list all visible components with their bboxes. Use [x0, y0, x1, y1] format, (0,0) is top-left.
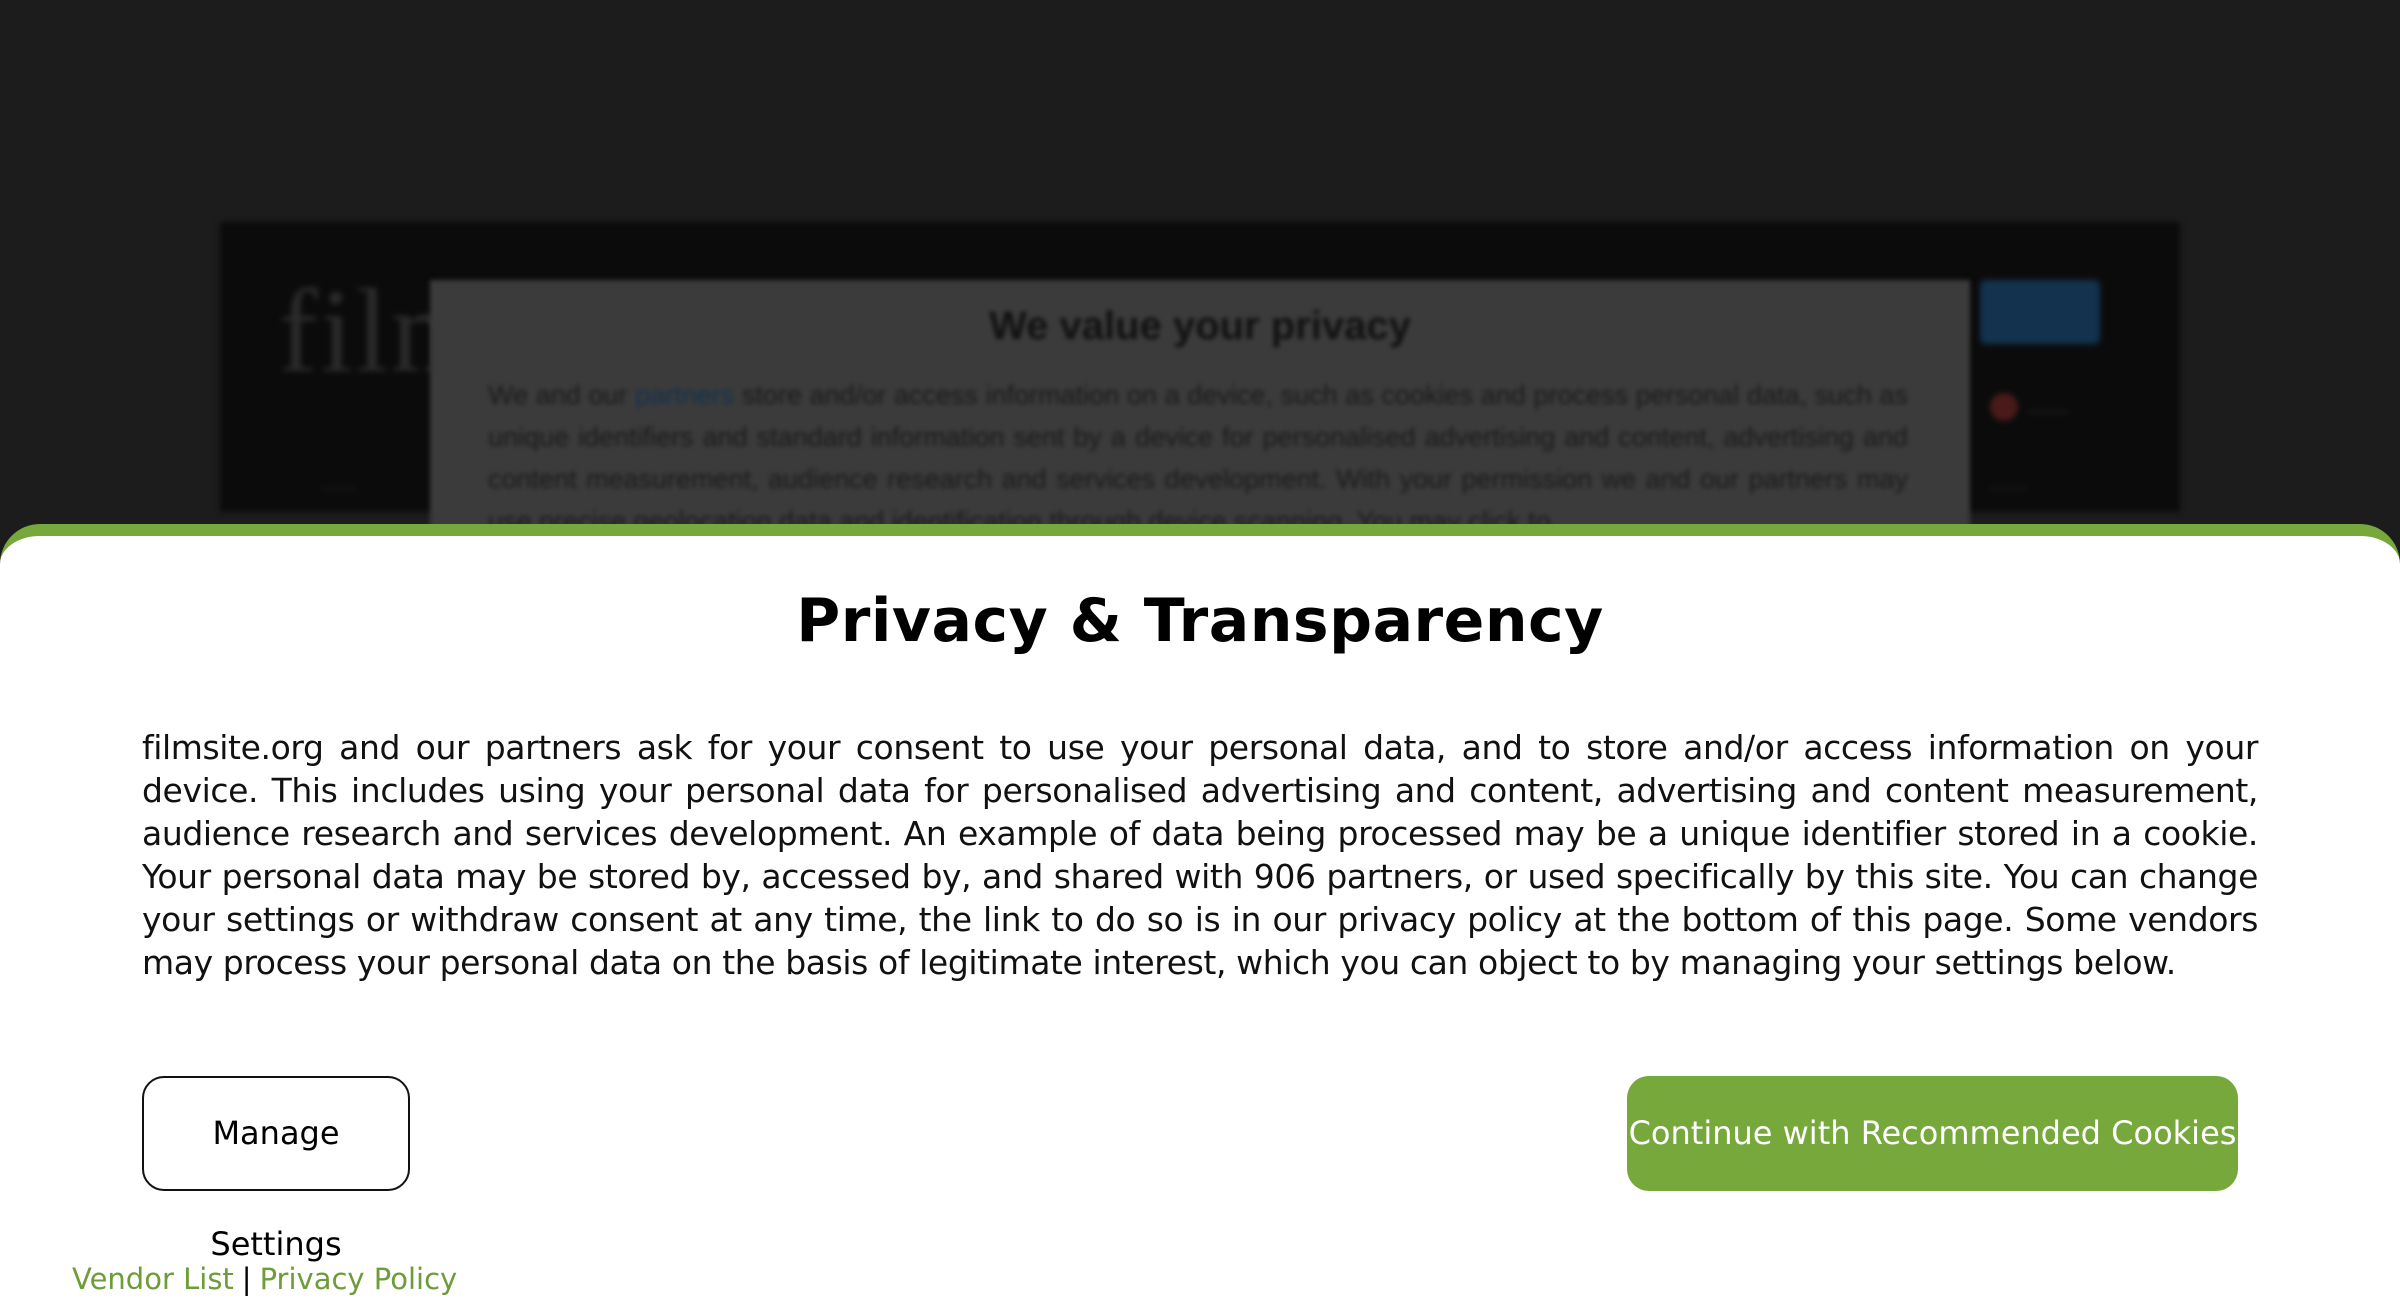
- consent-title: Privacy & Transparency: [796, 586, 1604, 656]
- background-button: [1980, 280, 2100, 344]
- background-nav-left: ......: [320, 470, 357, 495]
- consent-panel: Privacy & Transparency filmsite.org and …: [0, 524, 2400, 1298]
- background-login-label: ......: [2028, 392, 2069, 419]
- background-privacy-dialog: We value your privacy We and our partner…: [430, 280, 1970, 540]
- page: film ...... ...... ...... We value your …: [0, 0, 2400, 1298]
- vendor-list-link[interactable]: Vendor List: [72, 1262, 234, 1296]
- background-dialog-text-start: We and our: [488, 380, 636, 410]
- background-login: ......: [1990, 392, 2140, 426]
- background-nav-right: ......: [1990, 470, 2027, 495]
- background-dialog-partners-link: partners: [635, 380, 735, 410]
- consent-body-text: filmsite.org and our partners ask for yo…: [142, 728, 2258, 982]
- background-dialog-title: We value your privacy: [989, 304, 1411, 348]
- footer-separator: |: [241, 1262, 252, 1296]
- background-dialog-text: We and our partners store and/or access …: [488, 374, 1908, 542]
- accept-recommended-cookies-button[interactable]: Continue with Recommended Cookies: [1627, 1076, 2238, 1191]
- manage-settings-button[interactable]: Manage Settings: [142, 1076, 410, 1263]
- privacy-policy-link[interactable]: Privacy Policy: [260, 1262, 458, 1296]
- background-login-icon: [1990, 392, 2018, 421]
- consent-footer-links: Vendor List | Privacy Policy: [72, 1262, 457, 1296]
